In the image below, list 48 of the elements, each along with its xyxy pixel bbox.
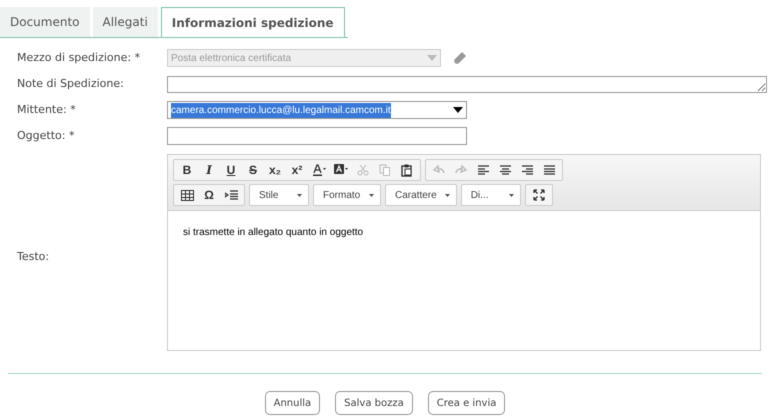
undo-icon [433,165,445,175]
scissors-icon [357,164,369,176]
toolbar-button[interactable]: S [243,161,263,179]
caret-icon [508,194,514,196]
caret-icon [453,107,463,113]
action-button[interactable]: Salva bozza [335,391,413,415]
redo-icon [455,165,467,175]
indent-icon [224,190,238,200]
paste-icon [401,164,413,176]
action-button[interactable]: Annulla [264,391,320,415]
text-editor[interactable]: B I U S x₂ x² Ω Stile Formato Carattere Di... si trasmette in allegato quanto in oggetto [167,154,761,351]
background-color-icon [334,164,348,176]
toolbar-button[interactable]: B [177,161,197,179]
maximize-icon [532,189,545,201]
text-color-icon [312,164,326,176]
field-label: Oggetto: * [16,128,76,144]
eraser-icon [453,51,467,65]
field-label: Note di Spedizione: [16,76,125,92]
align-right-icon [522,165,532,175]
field-label: Mezzo di spedizione: * [16,50,142,66]
align-center-icon [500,165,510,175]
textarea-field[interactable] [167,76,767,92]
caret-icon [369,194,374,196]
select-field[interactable]: camera.commercio.lucca@lu.legalmail.camcom.it [167,101,467,119]
editor-text: si trasmette in allegato quanto in oggetto [182,226,364,240]
dropdown[interactable]: Stile [249,184,309,206]
tab[interactable]: Allegati [92,7,158,37]
toolbar-button[interactable]: Ω [199,186,219,204]
toolbar-button[interactable]: U [221,161,241,179]
dropdown[interactable]: Formato [313,184,381,206]
copy-icon [379,164,391,176]
field-label: Testo: [16,249,50,266]
input-field[interactable] [167,127,467,145]
caret-icon [444,194,450,196]
caret-icon [297,194,302,196]
table-icon [180,190,194,200]
justify-icon [544,165,554,175]
dropdown[interactable]: Carattere [385,184,457,206]
toolbar-button[interactable]: I [199,161,219,179]
toolbar-button[interactable]: x₂ [265,161,285,179]
tab[interactable]: Informazioni spedizione [160,7,345,37]
dropdown[interactable]: Di... [460,184,521,206]
align-left-icon [478,165,488,175]
caret-icon [427,55,437,61]
field-label: Mittente: * [16,102,77,118]
toolbar-button[interactable]: x² [287,161,307,179]
tab[interactable]: Documento [0,7,90,37]
action-button[interactable]: Crea e invia [428,391,506,415]
